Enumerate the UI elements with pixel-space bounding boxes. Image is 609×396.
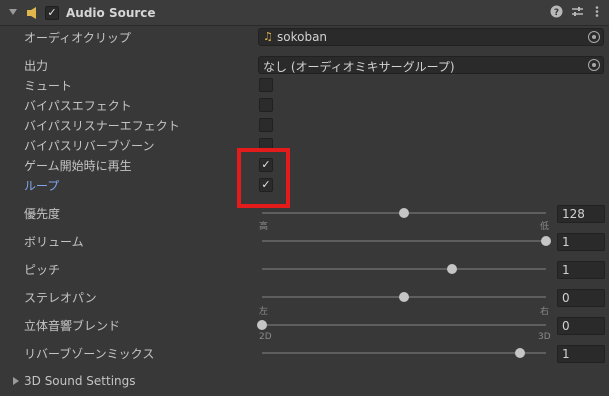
- priority-slider-track[interactable]: [262, 208, 546, 218]
- preset-sliders-icon[interactable]: [570, 5, 584, 20]
- mute-checkbox[interactable]: [259, 78, 273, 92]
- audio-clip-field[interactable]: ♫ sokoban: [258, 28, 604, 46]
- stereo-pan-slider-knob[interactable]: [399, 292, 409, 302]
- reverb-zone-mix-slider-knob[interactable]: [515, 348, 525, 358]
- object-picker-icon[interactable]: [588, 59, 600, 71]
- kebab-menu-icon[interactable]: [590, 5, 604, 20]
- help-icon[interactable]: ?: [549, 5, 563, 20]
- foldout-arrow-icon[interactable]: [13, 377, 19, 385]
- stereo-pan-max-label: 右: [540, 307, 550, 317]
- output-value: なし (オーディオミキサーグループ): [263, 60, 455, 74]
- speaker-icon: [27, 7, 36, 19]
- volume-label: ボリューム: [24, 235, 84, 249]
- foldout-arrow-icon[interactable]: [9, 9, 17, 15]
- spatial-blend-max-label: 3D: [538, 332, 551, 342]
- component-title: Audio Source: [66, 6, 156, 20]
- play-on-awake-label: ゲーム開始時に再生: [24, 159, 132, 173]
- volume-value-field[interactable]: 1: [557, 233, 605, 251]
- priority-value-field[interactable]: 128: [557, 205, 605, 223]
- stereo-pan-value-field[interactable]: 0: [557, 289, 605, 307]
- spatial-blend-label: 立体音響ブレンド: [24, 319, 121, 333]
- mute-label: ミュート: [24, 79, 73, 93]
- spatial-blend-slider-knob[interactable]: [257, 320, 267, 330]
- volume-slider-knob[interactable]: [541, 236, 551, 246]
- object-picker-icon[interactable]: [588, 31, 600, 43]
- bypass-effects-checkbox[interactable]: [259, 98, 273, 112]
- priority-min-label: 高: [259, 222, 269, 232]
- pitch-value-field[interactable]: 1: [557, 261, 605, 279]
- component-header: ✓ Audio Source ?: [0, 0, 609, 26]
- reverb-zone-mix-value-field[interactable]: 1: [557, 345, 605, 363]
- spatial-blend-slider-track[interactable]: [257, 320, 546, 330]
- loop-label: ループ: [24, 179, 60, 193]
- svg-text:?: ?: [553, 8, 558, 18]
- bypass-listener-effects-label: バイパスリスナーエフェクト: [24, 119, 180, 133]
- reverb-zone-mix-slider-track[interactable]: [262, 348, 546, 358]
- priority-label: 優先度: [24, 207, 61, 221]
- pitch-slider-knob[interactable]: [447, 264, 457, 274]
- stereo-pan-slider-track[interactable]: [262, 292, 546, 302]
- pitch-slider-track[interactable]: [262, 264, 546, 274]
- audio-clip-label: オーディオクリップ: [24, 31, 131, 45]
- spatial-blend-min-label: 2D: [259, 332, 272, 342]
- component-enabled-checkbox[interactable]: ✓: [45, 6, 59, 20]
- audio-clip-value: sokoban: [277, 30, 328, 44]
- stereo-pan-label: ステレオパン: [24, 291, 97, 305]
- bypass-reverb-zones-label: バイパスリバーブゾーン: [24, 139, 155, 153]
- output-field[interactable]: なし (オーディオミキサーグループ): [258, 56, 604, 74]
- volume-slider-track[interactable]: [262, 236, 551, 246]
- spatial-blend-value-field[interactable]: 0: [557, 317, 605, 335]
- reverb-zone-mix-label: リバーブゾーンミックス: [24, 347, 155, 361]
- priority-max-label: 低: [540, 222, 550, 232]
- bypass-listener-effects-checkbox[interactable]: [259, 118, 273, 132]
- bypass-effects-label: バイパスエフェクト: [24, 99, 132, 113]
- output-label: 出力: [24, 59, 49, 73]
- highlight-box: [237, 148, 290, 208]
- pitch-label: ピッチ: [24, 263, 61, 277]
- 3d-sound-settings-foldout[interactable]: 3D Sound Settings: [24, 374, 136, 388]
- priority-slider-knob[interactable]: [399, 208, 409, 218]
- music-note-icon: ♫: [263, 30, 273, 43]
- stereo-pan-min-label: 左: [259, 307, 269, 317]
